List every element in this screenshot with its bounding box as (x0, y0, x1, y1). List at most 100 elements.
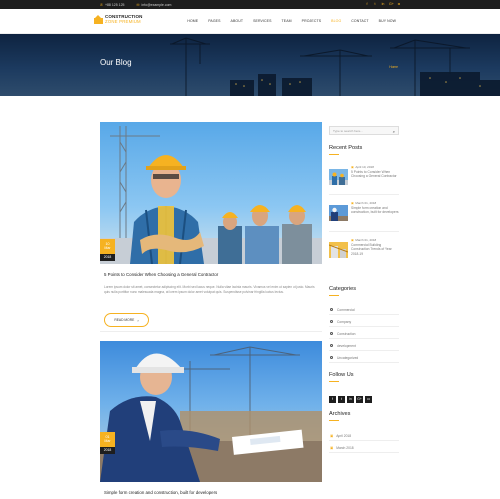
category-label: Commercial (337, 307, 355, 312)
recent-post-title[interactable]: Commercial Building Construction Trends … (351, 243, 399, 256)
thumb-building (329, 242, 348, 258)
post-excerpt: Lorem ipsum dolor sit amet, consectetur … (104, 285, 315, 294)
menu-item-about[interactable]: ABOUT (231, 19, 244, 23)
circle-bullet-icon (330, 344, 333, 347)
read-more-label: READ MORE (114, 318, 135, 322)
google-plus-icon[interactable]: G+ (389, 2, 394, 7)
widget-title-underline (329, 154, 339, 155)
recent-post-date: ▣ March 01, 2018 (351, 238, 376, 242)
main-navbar: CONSTRUCTION ZONE PREMIUM HOME PAGES ABO… (0, 9, 500, 34)
post-title[interactable]: 5 Points to Consider When Choosing a Gen… (104, 272, 218, 277)
post-image-workers[interactable]: 10 Mar 2018 (100, 122, 322, 264)
calendar-icon: ▣ (330, 445, 334, 450)
recent-post-date-text: March 01, 2018 (355, 238, 377, 242)
logo-subtitle: ZONE PREMIUM (105, 18, 141, 24)
menu-item-pages[interactable]: PAGES (208, 19, 220, 23)
circle-bullet-icon (330, 332, 333, 335)
facebook-icon[interactable]: f (329, 396, 336, 403)
calendar-icon: ▣ (351, 238, 354, 242)
email-address[interactable]: info@example.com (141, 3, 171, 7)
breadcrumb-home[interactable]: Home (389, 65, 398, 69)
archive-march-2018[interactable]: ▣ March 2018 (329, 443, 399, 453)
thumb-workers (329, 169, 348, 185)
follow-us-title: Follow Us (329, 372, 354, 378)
crane-silhouette-background (170, 37, 500, 96)
post-date-year: 2018 (100, 254, 115, 261)
instagram-icon[interactable]: ◘ (397, 2, 401, 7)
main-menu: HOME PAGES ABOUT SERVICES TEAM PROJECTS … (187, 19, 396, 23)
widget-title-underline (329, 420, 339, 421)
calendar-icon: ▣ (351, 201, 354, 205)
category-development[interactable]: development (329, 341, 399, 351)
category-company[interactable]: Company (329, 317, 399, 327)
categories-title: Categories (329, 286, 357, 292)
archives-title: Archives (329, 411, 351, 417)
category-commercial[interactable]: Commercial (329, 305, 399, 315)
facebook-icon[interactable]: f (365, 2, 369, 7)
developer-illustration (100, 346, 322, 482)
category-label: Construction (337, 331, 356, 336)
twitter-icon[interactable]: t (373, 2, 377, 7)
phone-icon: ✆ (100, 2, 103, 7)
phone-number[interactable]: +88 125 125 (105, 3, 125, 7)
post-date-month: Mar (104, 439, 111, 443)
menu-item-contact[interactable]: CONTACT (351, 19, 368, 23)
search-input[interactable]: Type to search here... ⌕ (329, 126, 399, 135)
top-bar: ✆ +88 125 125 ✉ info@example.com f t in … (0, 0, 500, 9)
linkedin-icon[interactable]: in (347, 396, 354, 403)
menu-item-services[interactable]: SERVICES (253, 19, 271, 23)
archive-label: March 2018 (336, 445, 354, 450)
instagram-icon[interactable]: ◘ (365, 396, 372, 403)
post-date-badge: 01 Mar 2018 (100, 432, 115, 454)
category-label: Uncategorized (337, 355, 359, 360)
recent-posts-title: Recent Posts (329, 145, 363, 151)
menu-item-blog[interactable]: BLOG (331, 19, 341, 23)
read-more-button[interactable]: READ MORE › (104, 313, 149, 327)
post-title[interactable]: Simple form creation and construction, b… (104, 490, 217, 495)
house-logo-icon (94, 15, 103, 24)
recent-post-item[interactable]: ▣ April 10, 2018 5 Points to Consider Wh… (329, 165, 399, 187)
category-label: development (337, 343, 356, 348)
category-uncategorized[interactable]: Uncategorized (329, 353, 399, 363)
recent-post-thumbnail[interactable] (329, 242, 348, 258)
recent-separator (329, 194, 399, 195)
calendar-icon: ▣ (351, 165, 354, 169)
recent-post-title[interactable]: Simple form creation and construction, b… (351, 206, 399, 215)
circle-bullet-icon (330, 356, 333, 359)
top-contact: ✆ +88 125 125 ✉ info@example.com (100, 2, 171, 7)
workers-illustration (100, 126, 322, 264)
envelope-icon: ✉ (136, 2, 140, 7)
recent-post-date: ▣ April 10, 2018 (351, 165, 374, 169)
post-date-day-month: 01 Mar (100, 432, 115, 447)
search-icon[interactable]: ⌕ (393, 129, 395, 134)
page-hero: Our Blog Home (0, 34, 500, 96)
post-image-developer[interactable]: 01 Mar 2018 (100, 341, 322, 482)
top-social-links: f t in G+ ◘ (365, 2, 401, 7)
recent-post-thumbnail[interactable] (329, 205, 348, 221)
post-date-day-month: 10 Mar (100, 239, 115, 254)
recent-post-thumbnail[interactable] (329, 169, 348, 185)
category-label: Company (337, 319, 352, 324)
circle-bullet-icon (330, 308, 333, 311)
circle-bullet-icon (330, 320, 333, 323)
archive-label: April 2018 (336, 433, 352, 438)
recent-post-date-text: April 10, 2018 (355, 165, 374, 169)
google-plus-icon[interactable]: G+ (356, 396, 363, 403)
recent-post-item[interactable]: ▣ March 01, 2018 Simple form creation an… (329, 201, 399, 223)
post-date-month: Mar (104, 246, 111, 250)
recent-separator (329, 231, 399, 232)
menu-item-home[interactable]: HOME (187, 19, 198, 23)
menu-item-buy-now[interactable]: BUY NOW (379, 19, 396, 23)
site-logo[interactable]: CONSTRUCTION ZONE PREMIUM (94, 14, 142, 24)
archive-april-2018[interactable]: ▣ April 2018 (329, 431, 399, 441)
linkedin-icon[interactable]: in (381, 2, 385, 7)
widget-title-underline (329, 295, 339, 296)
recent-post-item[interactable]: ▣ March 01, 2018 Commercial Building Con… (329, 238, 399, 260)
category-construction[interactable]: Construction (329, 329, 399, 339)
twitter-icon[interactable]: t (338, 396, 345, 403)
page-title: Our Blog (100, 58, 132, 67)
menu-item-projects[interactable]: PROJECTS (302, 19, 321, 23)
post-date-badge: 10 Mar 2018 (100, 239, 115, 261)
recent-post-title[interactable]: 5 Points to Consider When Choosing a Gen… (351, 170, 399, 179)
menu-item-team[interactable]: TEAM (282, 19, 292, 23)
